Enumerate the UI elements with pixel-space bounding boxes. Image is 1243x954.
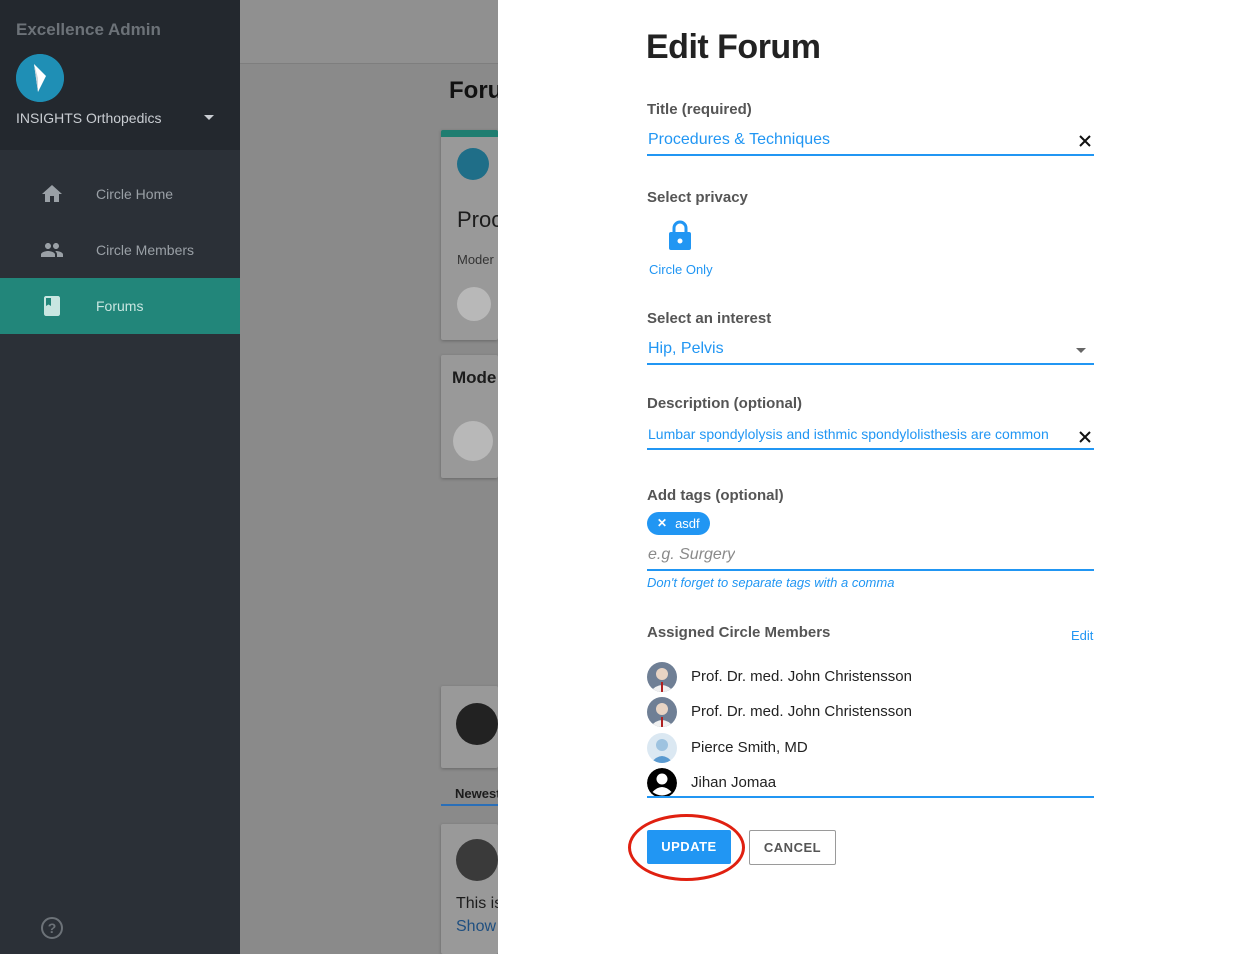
member-item: Prof. Dr. med. John Christensson [647, 697, 1094, 727]
sidebar: Excellence Admin INSIGHTS Orthopedics Ci… [0, 0, 240, 954]
page-title: Foru [449, 77, 503, 104]
tab-indicator [441, 804, 498, 806]
org-selector[interactable]: INSIGHTS Orthopedics [16, 110, 222, 128]
sidebar-header: Excellence Admin INSIGHTS Orthopedics [0, 0, 240, 150]
privacy-option-label[interactable]: Circle Only [649, 262, 713, 277]
avatar [456, 703, 498, 745]
tags-label: Add tags (optional) [647, 487, 784, 504]
member-name: Jihan Jomaa [691, 774, 777, 791]
member-item: Jihan Jomaa [647, 768, 1094, 798]
highlight-annotation [628, 814, 745, 881]
edit-members-link[interactable]: Edit [1071, 628, 1093, 643]
interest-value: Hip, Pelvis [648, 340, 724, 357]
avatar [647, 697, 677, 727]
cancel-button[interactable]: CANCEL [749, 830, 836, 865]
sidebar-item-forums[interactable]: Forums [0, 278, 240, 334]
show-more-link[interactable]: Show [456, 918, 496, 936]
tags-hint: Don't forget to separate tags with a com… [647, 575, 895, 590]
forum-logo [457, 148, 489, 180]
privacy-label: Select privacy [647, 189, 748, 206]
lock-icon[interactable] [666, 219, 694, 251]
avatar [453, 421, 493, 461]
member-name: Prof. Dr. med. John Christensson [691, 703, 912, 720]
post-text: This is [456, 895, 503, 912]
avatar [647, 733, 677, 763]
title-value: Procedures & Techniques [648, 131, 831, 148]
tags-placeholder: e.g. Surgery [648, 546, 736, 563]
page-header [240, 0, 498, 64]
sidebar-item-label: Forums [96, 298, 144, 314]
member-name: Pierce Smith, MD [691, 739, 808, 756]
moderators-title: Mode [452, 368, 497, 387]
avatar [647, 662, 677, 692]
tag-chip-label: asdf [675, 516, 700, 531]
home-icon [40, 182, 64, 206]
forum-card-title: Proc [457, 207, 503, 232]
tag-chip[interactable]: ✕ asdf [647, 512, 710, 535]
sidebar-item-circle-members[interactable]: Circle Members [0, 222, 240, 278]
member-item: Prof. Dr. med. John Christensson [647, 662, 1094, 692]
title-label: Title (required) [647, 101, 752, 118]
chevron-down-icon [204, 115, 214, 120]
app-title: Excellence Admin [16, 20, 161, 39]
avatar [457, 287, 491, 321]
help-icon[interactable]: ? [41, 917, 63, 939]
close-icon[interactable] [1078, 430, 1092, 444]
forum-card-subtitle: Moder [457, 252, 494, 267]
title-field[interactable]: Procedures & Techniques [647, 128, 1094, 156]
description-field[interactable]: Lumbar spondylolysis and isthmic spondyl… [647, 424, 1094, 450]
sidebar-item-label: Circle Home [96, 186, 174, 202]
sidebar-item-label: Circle Members [96, 242, 195, 258]
close-icon[interactable]: ✕ [657, 512, 667, 535]
interest-label: Select an interest [647, 310, 772, 327]
tab-newest[interactable]: Newest [455, 786, 501, 801]
org-logo [16, 54, 64, 102]
avatar [456, 839, 498, 881]
members-label: Assigned Circle Members [647, 624, 831, 641]
interest-select[interactable]: Hip, Pelvis [647, 337, 1094, 365]
member-item: Pierce Smith, MD [647, 733, 1094, 763]
member-name: Prof. Dr. med. John Christensson [691, 668, 912, 685]
chevron-down-icon [1076, 348, 1086, 353]
members-divider [647, 796, 1094, 798]
book-icon [40, 294, 64, 318]
avatar [647, 768, 677, 798]
close-icon[interactable] [1078, 134, 1092, 148]
drawer-title: Edit Forum [646, 28, 821, 66]
description-label: Description (optional) [647, 395, 802, 412]
edit-forum-drawer: Edit Forum Title (required) Procedures &… [498, 0, 1243, 954]
org-name: INSIGHTS Orthopedics [16, 110, 162, 126]
description-value: Lumbar spondylolysis and isthmic spondyl… [648, 426, 1049, 442]
tags-input[interactable]: e.g. Surgery [647, 544, 1094, 571]
people-icon [40, 238, 64, 262]
sidebar-item-circle-home[interactable]: Circle Home [0, 166, 240, 222]
